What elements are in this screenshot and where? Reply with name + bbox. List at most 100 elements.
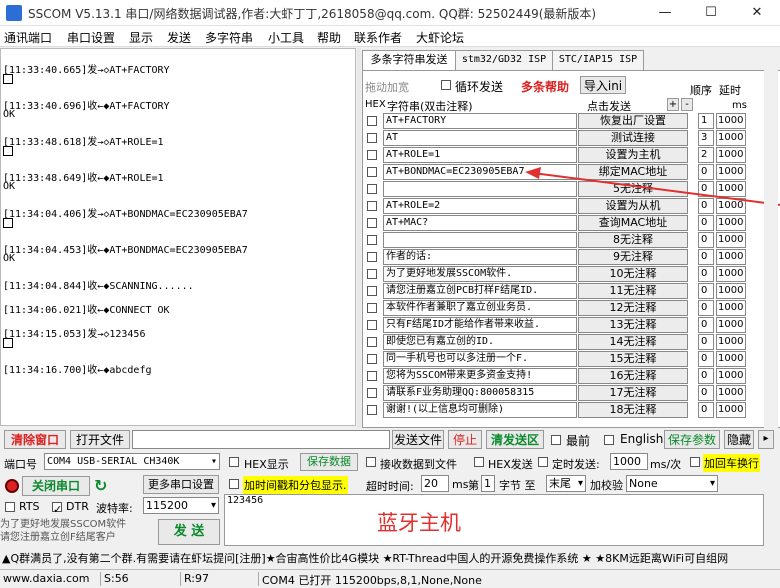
row-send-button[interactable]: 12无注释 bbox=[578, 300, 688, 316]
maximize-icon[interactable]: ☐ bbox=[688, 0, 734, 26]
row-hex-checkbox[interactable] bbox=[367, 167, 377, 177]
clear-window-button[interactable]: 清除窗口 bbox=[4, 430, 66, 449]
row-order-input[interactable]: 1 bbox=[698, 113, 714, 129]
english-checkbox[interactable] bbox=[604, 435, 614, 445]
row-hex-checkbox[interactable] bbox=[367, 320, 377, 330]
multi-help-link[interactable]: 多条帮助 bbox=[521, 78, 569, 95]
import-ini-button[interactable]: 导入ini bbox=[580, 76, 626, 94]
receive-log[interactable]: [11:33:40.665]发→◇AT+FACTORY [11:33:40.696… bbox=[0, 48, 356, 426]
menu-display[interactable]: 显示 bbox=[129, 29, 153, 46]
row-order-input[interactable]: 0 bbox=[698, 351, 714, 367]
row-delay-input[interactable]: 1000 bbox=[716, 334, 746, 350]
ticker-text[interactable]: ▲Q群满员了,没有第二个群.有需要请在虾坛提问[注册]★合宙高性价比4G模块 ★… bbox=[2, 550, 728, 566]
topmost-checkbox[interactable] bbox=[551, 435, 561, 445]
row-string-input[interactable]: 您将为SSCOM带来更多资金支持! bbox=[383, 368, 577, 384]
row-order-input[interactable]: 2 bbox=[698, 147, 714, 163]
row-delay-input[interactable]: 1000 bbox=[716, 283, 746, 299]
row-order-input[interactable]: 0 bbox=[698, 300, 714, 316]
row-string-input[interactable]: 本软件作者兼职了嘉立创业务员. bbox=[383, 300, 577, 316]
row-order-input[interactable]: 0 bbox=[698, 385, 714, 401]
row-hex-checkbox[interactable] bbox=[367, 388, 377, 398]
row-delay-input[interactable]: 1000 bbox=[716, 215, 746, 231]
row-order-input[interactable]: 0 bbox=[698, 402, 714, 418]
drag-widen-label[interactable]: 拖动加宽 bbox=[365, 79, 409, 95]
row-send-button[interactable]: 16无注释 bbox=[578, 368, 688, 384]
row-string-input[interactable]: AT+MAC? bbox=[383, 215, 577, 231]
row-hex-checkbox[interactable] bbox=[367, 286, 377, 296]
hex-send-checkbox[interactable] bbox=[474, 457, 484, 467]
row-hex-checkbox[interactable] bbox=[367, 371, 377, 381]
row-delay-input[interactable]: 1000 bbox=[716, 232, 746, 248]
menu-serial-settings[interactable]: 串口设置 bbox=[67, 29, 115, 46]
row-hex-checkbox[interactable] bbox=[367, 218, 377, 228]
status-url[interactable]: www.daxia.com bbox=[0, 572, 90, 586]
open-file-button[interactable]: 打开文件 bbox=[70, 430, 130, 449]
row-hex-checkbox[interactable] bbox=[367, 116, 377, 126]
menu-forum[interactable]: 大虾论坛 bbox=[416, 29, 464, 46]
menu-contact-author[interactable]: 联系作者 bbox=[354, 29, 402, 46]
row-string-input[interactable] bbox=[383, 232, 577, 248]
row-string-input[interactable]: 即使您已有嘉立创的ID. bbox=[383, 334, 577, 350]
end-select[interactable]: 末尾 bbox=[546, 475, 586, 492]
row-order-input[interactable]: 0 bbox=[698, 283, 714, 299]
row-send-button[interactable]: 18无注释 bbox=[578, 402, 688, 418]
row-send-button[interactable]: 9无注释 bbox=[578, 249, 688, 265]
close-icon[interactable]: ✕ bbox=[734, 0, 780, 26]
row-string-input[interactable]: 请您注册嘉立创PCB打样F结尾ID. bbox=[383, 283, 577, 299]
tab-multi-string[interactable]: 多条字符串发送 bbox=[362, 50, 456, 72]
row-send-button[interactable]: 查询MAC地址 bbox=[578, 215, 688, 231]
menu-send[interactable]: 发送 bbox=[167, 29, 191, 46]
crlf-checkbox[interactable] bbox=[690, 457, 700, 467]
row-string-input[interactable]: 作者的话: bbox=[383, 249, 577, 265]
menu-help[interactable]: 帮助 bbox=[317, 29, 341, 46]
clear-send-button[interactable]: 清发送区 bbox=[486, 430, 544, 449]
port-select[interactable]: COM4 USB-SERIAL CH340K bbox=[44, 453, 220, 470]
row-send-button[interactable]: 10无注释 bbox=[578, 266, 688, 282]
row-hex-checkbox[interactable] bbox=[367, 337, 377, 347]
row-delay-input[interactable]: 1000 bbox=[716, 266, 746, 282]
row-order-input[interactable]: 0 bbox=[698, 215, 714, 231]
file-path-input[interactable] bbox=[132, 430, 390, 449]
splitter[interactable] bbox=[357, 48, 361, 428]
scroll-arrow-icon[interactable]: ▸ bbox=[758, 430, 774, 449]
row-order-input[interactable]: 0 bbox=[698, 368, 714, 384]
panel-scrollbar[interactable] bbox=[764, 50, 778, 428]
row-order-input[interactable]: 0 bbox=[698, 266, 714, 282]
rts-checkbox[interactable] bbox=[5, 502, 15, 512]
timed-interval-input[interactable]: 1000 bbox=[610, 453, 648, 470]
baud-select[interactable]: 115200 bbox=[143, 497, 219, 514]
row-send-button[interactable]: 11无注释 bbox=[578, 283, 688, 299]
row-send-button[interactable]: 8无注释 bbox=[578, 232, 688, 248]
save-data-button[interactable]: 保存数据 bbox=[300, 453, 358, 471]
row-send-button[interactable]: 恢复出厂设置 bbox=[578, 113, 688, 129]
row-send-button[interactable]: 17无注释 bbox=[578, 385, 688, 401]
row-order-input[interactable]: 0 bbox=[698, 334, 714, 350]
row-delay-input[interactable]: 1000 bbox=[716, 385, 746, 401]
row-delay-input[interactable]: 1000 bbox=[716, 249, 746, 265]
add-row-button[interactable]: + bbox=[667, 98, 679, 111]
loop-send-checkbox[interactable] bbox=[441, 80, 451, 90]
tab-stc-isp[interactable]: STC/IAP15 ISP bbox=[552, 50, 644, 72]
row-string-input[interactable]: AT+ROLE=1 bbox=[383, 147, 577, 163]
row-string-input[interactable]: 请联系F业务助理QQ:800058315 bbox=[383, 385, 577, 401]
row-string-input[interactable]: 同一手机号也可以多注册一个F. bbox=[383, 351, 577, 367]
row-hex-checkbox[interactable] bbox=[367, 201, 377, 211]
row-delay-input[interactable]: 1000 bbox=[716, 130, 746, 146]
row-string-input[interactable]: AT bbox=[383, 130, 577, 146]
row-order-input[interactable]: 0 bbox=[698, 249, 714, 265]
close-port-button[interactable]: 关闭串口 bbox=[22, 476, 90, 496]
send-button[interactable]: 发 送 bbox=[158, 519, 220, 545]
row-delay-input[interactable]: 1000 bbox=[716, 351, 746, 367]
row-send-button[interactable]: 15无注释 bbox=[578, 351, 688, 367]
row-delay-input[interactable]: 1000 bbox=[716, 300, 746, 316]
refresh-icon[interactable]: ↻ bbox=[94, 476, 107, 495]
hide-button[interactable]: 隐藏 bbox=[724, 430, 754, 449]
nth-input[interactable]: 1 bbox=[481, 475, 495, 492]
dtr-checkbox[interactable]: ✓ bbox=[52, 502, 62, 516]
row-hex-checkbox[interactable] bbox=[367, 303, 377, 313]
recv-to-file-checkbox[interactable] bbox=[366, 457, 376, 467]
row-hex-checkbox[interactable] bbox=[367, 184, 377, 194]
row-order-input[interactable]: 0 bbox=[698, 317, 714, 333]
row-hex-checkbox[interactable] bbox=[367, 235, 377, 245]
more-settings-button[interactable]: 更多串口设置 bbox=[143, 475, 219, 494]
